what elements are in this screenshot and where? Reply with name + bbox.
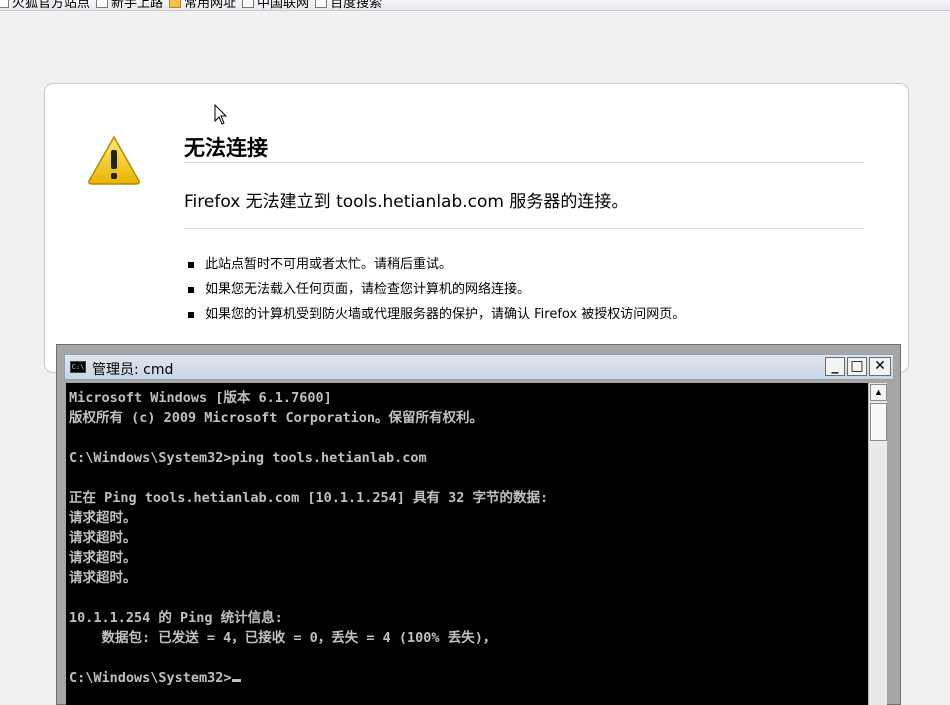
error-panel: 无法连接 Firefox 无法建立到 tools.hetianlab.com 服… <box>44 83 909 373</box>
console-line: 版权所有 (c) 2009 Microsoft Corporation。保留所有… <box>69 410 483 426</box>
cmd-titlebar[interactable]: C:\ 管理员: cmd _ □ ✕ <box>64 354 894 380</box>
warning-icon <box>88 135 140 185</box>
page-icon <box>0 0 9 8</box>
page-icon <box>315 0 328 8</box>
minimize-button[interactable]: _ <box>825 357 845 376</box>
console-line: 数据包: 已发送 = 4，已接收 = 0，丢失 = 4 (100% 丢失)， <box>69 630 497 646</box>
bookmark-label: 火狐官方站点 <box>12 0 91 10</box>
bullet-icon <box>188 311 194 318</box>
console-line: 请求超时。 <box>69 530 137 546</box>
console-line: 请求超时。 <box>69 570 137 586</box>
mouse-cursor-icon <box>214 104 228 125</box>
console-line: 请求超时。 <box>69 510 137 526</box>
console-line: Microsoft Windows [版本 6.1.7600] <box>69 390 332 406</box>
list-item: 如果您的计算机受到防火墙或代理服务器的保护，请确认 Firefox 被授权访问网… <box>188 302 685 327</box>
bookmark-label: 中国联网 <box>257 0 310 10</box>
bookmark-item[interactable]: 中国联网 <box>242 0 310 10</box>
bookmark-item[interactable]: 火狐官方站点 <box>0 0 91 10</box>
divider <box>184 228 864 229</box>
prompt-text: C:\Windows\System32> <box>69 670 232 686</box>
bookmark-label: 新手上路 <box>111 0 164 10</box>
cmd-window[interactable]: C:\ 管理员: cmd _ □ ✕ Microsoft Windows [版本… <box>56 344 901 705</box>
maximize-button[interactable]: □ <box>847 357 867 376</box>
bullet-icon <box>188 261 194 268</box>
list-item: 此站点暂时不可用或者太忙。请稍后重试。 <box>188 252 685 277</box>
folder-icon <box>169 0 182 8</box>
error-title: 无法连接 <box>184 136 268 160</box>
bookmarks-toolbar: 火狐官方站点 新手上路 常用网址 中国联网 百度搜索 <box>0 0 950 11</box>
divider <box>184 162 864 163</box>
error-description: Firefox 无法建立到 tools.hetianlab.com 服务器的连接… <box>184 192 629 212</box>
close-button[interactable]: ✕ <box>869 357 891 376</box>
text-cursor-icon <box>231 679 241 682</box>
console-line: C:\Windows\System32>ping tools.hetianlab… <box>69 450 427 466</box>
console-line: 10.1.1.254 的 Ping 统计信息: <box>69 610 283 626</box>
scroll-up-arrow-icon[interactable]: ▲ <box>870 384 887 401</box>
window-controls: _ □ ✕ <box>825 357 891 376</box>
console-prompt: C:\Windows\System32> <box>69 668 865 688</box>
bookmark-label: 百度搜索 <box>330 0 383 10</box>
bookmark-label: 常用网址 <box>184 0 237 10</box>
console-text: Microsoft Windows [版本 6.1.7600] 版权所有 (c) … <box>69 388 865 688</box>
cmd-window-title: 管理员: cmd <box>92 362 174 378</box>
error-suggestions-list: 此站点暂时不可用或者太忙。请稍后重试。 如果您无法载入任何页面，请检查您计算机的… <box>188 252 685 327</box>
cmd-app-icon: C:\ <box>70 361 86 373</box>
page-icon <box>242 0 255 8</box>
scroll-thumb[interactable] <box>870 403 887 441</box>
list-item: 如果您无法载入任何页面，请检查您计算机的网络连接。 <box>188 277 685 302</box>
bookmark-item[interactable]: 百度搜索 <box>315 0 383 10</box>
console-line: 请求超时。 <box>69 550 137 566</box>
vertical-scrollbar[interactable]: ▲ <box>868 383 887 705</box>
page-icon <box>96 0 109 8</box>
bullet-icon <box>188 286 194 293</box>
console-output[interactable]: Microsoft Windows [版本 6.1.7600] 版权所有 (c) … <box>66 383 868 705</box>
bookmark-item[interactable]: 新手上路 <box>96 0 164 10</box>
bookmark-item[interactable]: 常用网址 <box>169 0 237 10</box>
console-line: 正在 Ping tools.hetianlab.com [10.1.1.254]… <box>69 490 549 506</box>
